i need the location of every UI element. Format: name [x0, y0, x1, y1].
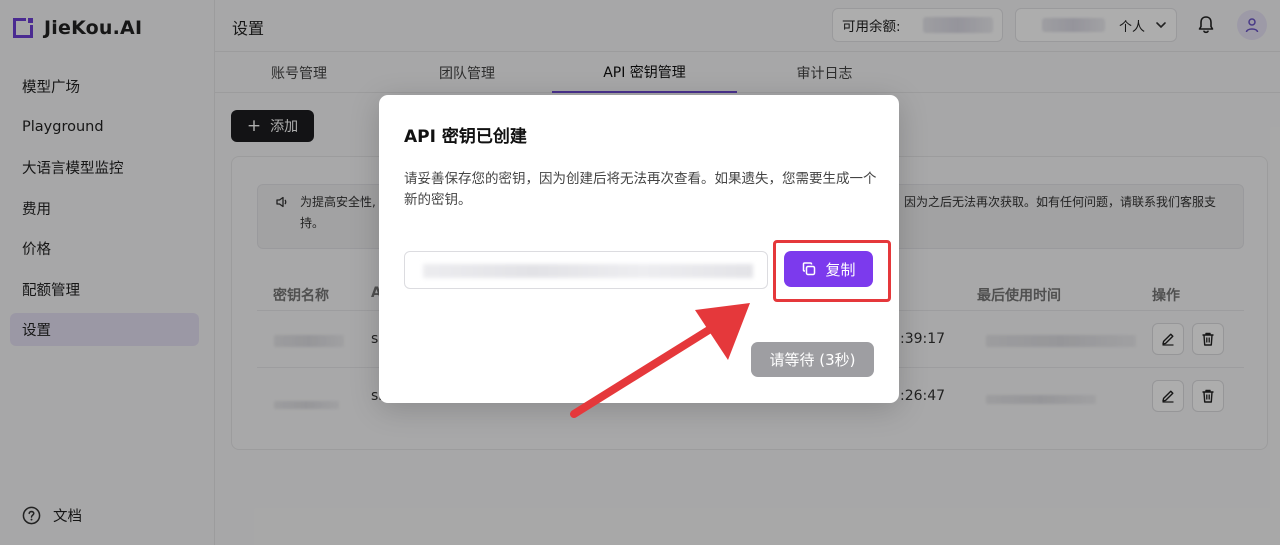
api-key-field[interactable] — [404, 251, 768, 289]
dialog-title: API 密钥已创建 — [404, 127, 527, 147]
app-root: JieKou.AI 模型广场 Playground 大语言模型监控 费用 价格 … — [0, 0, 1280, 545]
wait-button-label: 请等待 (3秒) — [769, 351, 856, 369]
dialog-description: 请妥善保存您的密钥，因为创建后将无法再次查看。如果遗失，您需要生成一个新的密钥。 — [404, 171, 877, 208]
wait-countdown-button[interactable]: 请等待 (3秒) — [751, 342, 874, 377]
copy-button[interactable]: 复制 — [784, 251, 873, 287]
annotation-arrow-icon — [570, 303, 750, 418]
copy-icon — [803, 262, 816, 276]
api-key-value-redacted — [423, 264, 753, 278]
copy-button-label: 复制 — [825, 260, 856, 279]
